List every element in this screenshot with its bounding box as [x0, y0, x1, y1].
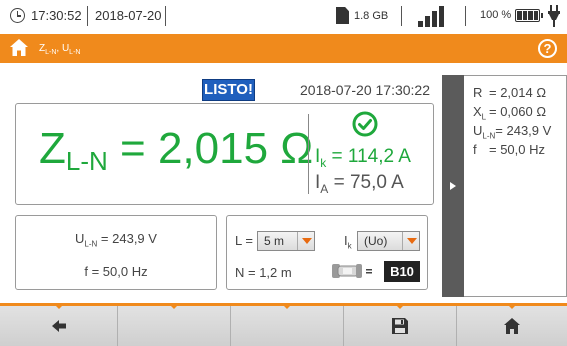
- bottom-toolbar: [0, 303, 567, 346]
- status-badge: LISTO!: [202, 79, 255, 101]
- back-button[interactable]: [0, 305, 118, 346]
- fuse-icon[interactable]: [330, 260, 378, 282]
- dropdown-arrow-icon: [402, 232, 419, 250]
- toolbar-button-empty[interactable]: [118, 305, 231, 346]
- home-icon: [504, 318, 520, 334]
- signal-icon: [418, 5, 450, 27]
- trip-current: IA = 75,0 A: [315, 172, 404, 196]
- main-result-box: ZL-N = 2,015 Ω Ik = 114,2 A IA = 75,0 A: [15, 103, 434, 205]
- plug-icon: [548, 5, 560, 27]
- back-arrow-icon: [51, 320, 66, 332]
- battery-percent: 100 %: [480, 9, 512, 21]
- status-date: 2018-07-20: [95, 8, 162, 23]
- save-button[interactable]: [344, 305, 457, 346]
- ik-mode-select[interactable]: (Uo): [357, 231, 420, 251]
- side-voltage-reading: UL-N= 243,9 V: [473, 123, 552, 141]
- home-icon[interactable]: [9, 38, 29, 58]
- storage-indicator: 1.8 GB: [354, 10, 389, 22]
- measurement-timestamp: 2018-07-20 17:30:22: [300, 82, 430, 98]
- home-button[interactable]: [457, 305, 567, 346]
- settings-box: L = 5 m Ik (Uo) N = 1,2 m B10: [226, 215, 428, 290]
- reactance-reading: XL = 0,060 Ω: [473, 104, 547, 122]
- n-length-value: N = 1,2 m: [235, 265, 292, 280]
- resistance-reading: R = 2,014 Ω: [473, 85, 547, 100]
- dropdown-arrow-icon: [297, 232, 314, 250]
- status-divider: [465, 6, 466, 26]
- title-bar: ZL-N, UL-N ?: [0, 34, 567, 63]
- frequency-reading: f = 50,0 Hz: [84, 264, 148, 279]
- help-icon[interactable]: ?: [538, 39, 557, 58]
- result-divider: [308, 114, 309, 194]
- status-time: 17:30:52: [31, 8, 82, 23]
- voltage-reading: UL-N = 243,9 V: [75, 231, 157, 249]
- lead-length-label: L =: [235, 233, 253, 248]
- lead-length-select[interactable]: 5 m: [257, 231, 315, 251]
- ik-mode-label: Ik: [344, 233, 352, 251]
- chevron-right-icon: [450, 182, 456, 190]
- clock-icon: [10, 8, 25, 23]
- voltage-frequency-box: UL-N = 243,9 V f = 50,0 Hz: [15, 215, 217, 290]
- impedance-result: ZL-N = 2,015 Ω: [39, 124, 314, 176]
- status-divider: [165, 6, 166, 26]
- side-frequency-reading: f = 50,0 Hz: [473, 142, 546, 157]
- short-circuit-current: Ik = 114,2 A: [315, 146, 411, 170]
- page-title: ZL-N, UL-N: [39, 43, 81, 56]
- toolbar-button-empty[interactable]: [231, 305, 344, 346]
- status-divider: [87, 6, 88, 26]
- status-divider: [401, 6, 402, 26]
- fuse-type-badge[interactable]: B10: [384, 261, 420, 282]
- sd-card-icon: [336, 7, 349, 24]
- side-panel: R = 2,014 Ω XL = 0,060 Ω UL-N= 243,9 V f = …: [464, 75, 567, 297]
- status-bar: 17:30:52 2018-07-20 1.8 GB 100 %: [0, 0, 567, 32]
- check-circle-icon: [352, 111, 378, 137]
- save-icon: [392, 318, 408, 334]
- side-panel-toggle[interactable]: [442, 75, 464, 297]
- battery-icon: [515, 9, 543, 22]
